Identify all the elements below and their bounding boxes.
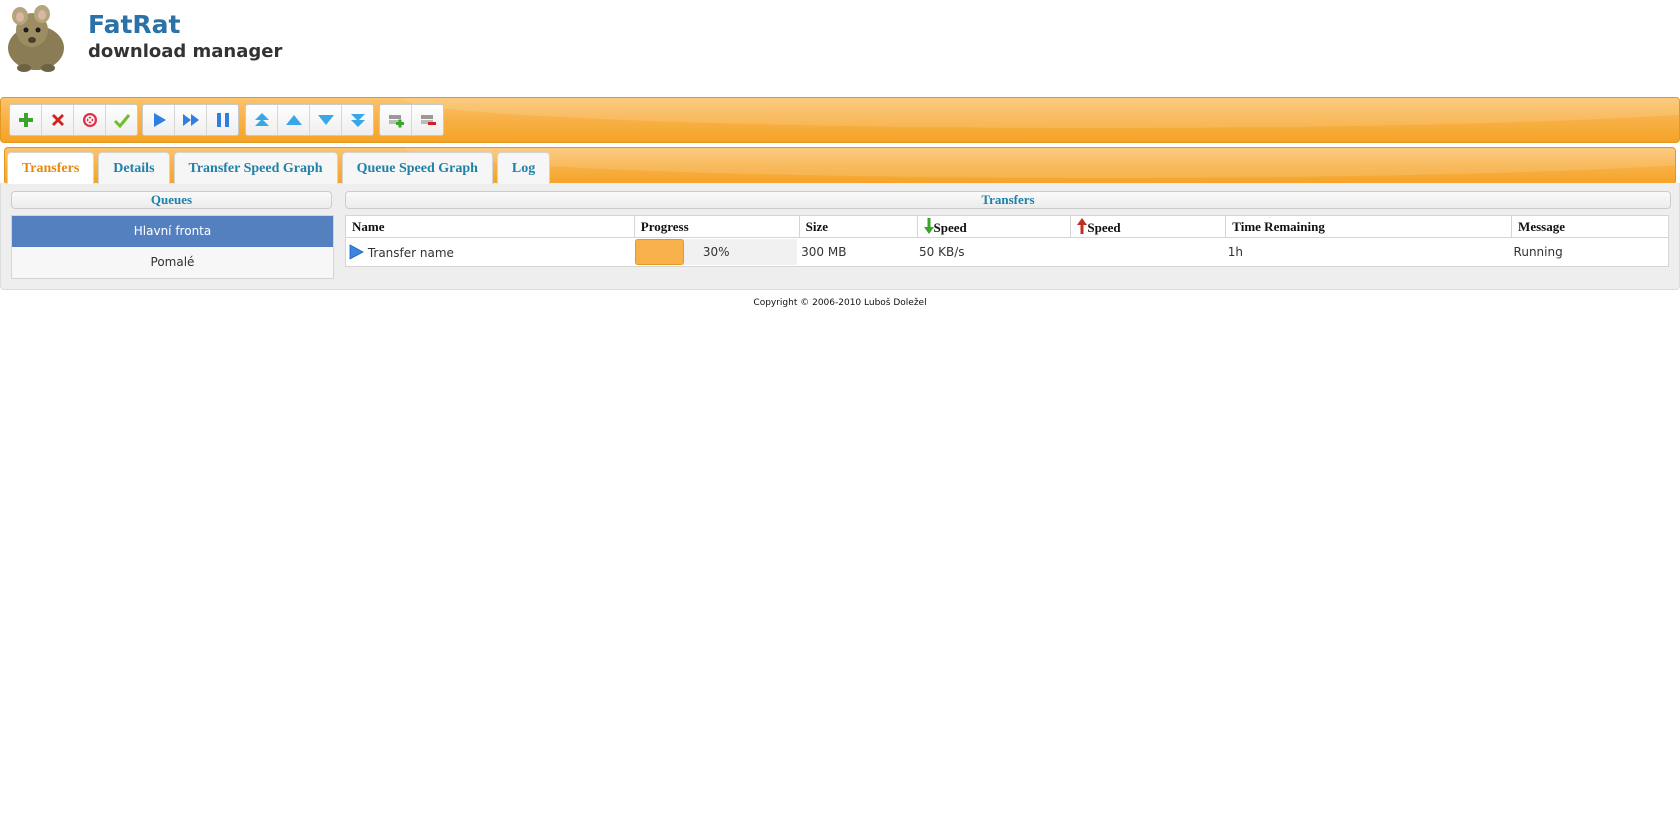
tab-bar: Transfers Details Transfer Speed Graph Q…: [4, 147, 1676, 185]
app-subtitle: download manager: [88, 41, 283, 62]
move-bottom-icon: [350, 114, 365, 127]
move-up-icon: [285, 115, 302, 125]
add-queue-button[interactable]: [380, 105, 412, 135]
tab-details[interactable]: Details: [98, 152, 170, 184]
play-icon: [349, 244, 364, 260]
tab-transfer-speed-graph[interactable]: Transfer Speed Graph: [173, 152, 338, 184]
col-down-speed-label: Speed: [933, 219, 967, 235]
cell-time-remaining: 1h: [1227, 245, 1244, 259]
main-panel: Queues Hlavní fronta Pomalé Transfers Na…: [0, 183, 1680, 290]
col-progress[interactable]: Progress: [634, 215, 800, 238]
tab-queue-speed-graph[interactable]: Queue Speed Graph: [341, 152, 493, 184]
add-queue-icon: [388, 115, 404, 128]
move-bottom-button[interactable]: [342, 105, 373, 135]
col-name[interactable]: Name: [345, 215, 635, 238]
col-up-speed[interactable]: Speed: [1070, 215, 1227, 238]
copyright-footer: Copyright © 2006-2010 Luboš Doležel: [753, 298, 927, 308]
transfers-table: Name Progress Size Speed Speed Time Rema…: [345, 215, 1669, 267]
force-resume-button[interactable]: [175, 105, 207, 135]
col-message[interactable]: Message: [1511, 215, 1669, 238]
progress-bar: 30%: [635, 239, 798, 265]
queue-list: Hlavní fronta Pomalé: [11, 215, 334, 279]
move-down-icon: [317, 115, 334, 125]
queues-heading: Queues: [11, 191, 332, 209]
cell-name: Transfer name: [346, 238, 635, 267]
app-header: FatRat download manager: [0, 0, 1680, 90]
transfer-edit-group: [9, 104, 138, 136]
arrow-up-icon: [1077, 217, 1088, 234]
cell-down-speed: 50 KB/s: [919, 245, 965, 259]
toolbar: [0, 97, 1680, 143]
cell-message: Running: [1513, 245, 1563, 259]
remove-completed-button[interactable]: [106, 105, 137, 135]
rat-logo: [8, 5, 64, 72]
delete-with-data-icon: [82, 113, 97, 127]
transfer-name: Transfer name: [367, 246, 454, 260]
transfer-control-group: [142, 104, 239, 136]
delete-with-data-button[interactable]: [74, 105, 106, 135]
move-top-icon: [254, 113, 269, 126]
resume-icon: [153, 113, 166, 127]
app-title: FatRat: [88, 10, 181, 39]
remove-queue-button[interactable]: [412, 105, 443, 135]
arrow-down-icon: [923, 217, 934, 234]
remove-queue-icon: [420, 115, 436, 125]
transfers-heading: Transfers: [345, 191, 1671, 209]
col-size[interactable]: Size: [799, 215, 918, 238]
col-time-remaining[interactable]: Time Remaining: [1225, 215, 1513, 238]
col-up-speed-label: Speed: [1087, 219, 1121, 235]
queue-item-hlavni-fronta[interactable]: Hlavní fronta: [12, 216, 333, 247]
table-header-row: Name Progress Size Speed Speed Time Rema…: [345, 215, 1669, 238]
move-down-button[interactable]: [310, 105, 342, 135]
cell-size: 300 MB: [801, 245, 847, 259]
tab-transfers[interactable]: Transfers: [7, 152, 95, 184]
queue-group: [379, 104, 444, 136]
delete-icon: [51, 114, 64, 126]
pause-icon: [216, 113, 229, 127]
remove-completed-icon: [113, 114, 130, 129]
cell-up-speed: [1071, 238, 1226, 267]
delete-transfer-button[interactable]: [42, 105, 74, 135]
queue-item-pomale[interactable]: Pomalé: [12, 247, 333, 278]
resume-button[interactable]: [143, 105, 175, 135]
move-up-button[interactable]: [278, 105, 310, 135]
move-top-button[interactable]: [246, 105, 278, 135]
pause-button[interactable]: [207, 105, 238, 135]
col-down-speed[interactable]: Speed: [917, 215, 1072, 238]
move-group: [245, 104, 374, 136]
cell-progress: 30%: [634, 238, 799, 267]
progress-label: 30%: [702, 245, 730, 259]
force-resume-icon: [182, 114, 199, 126]
add-icon: [18, 113, 33, 127]
add-transfer-button[interactable]: [10, 105, 42, 135]
table-row[interactable]: Transfer name 30% 300 MB 50 KB/s 1h Runn…: [346, 238, 1669, 267]
tab-log[interactable]: Log: [496, 152, 551, 184]
